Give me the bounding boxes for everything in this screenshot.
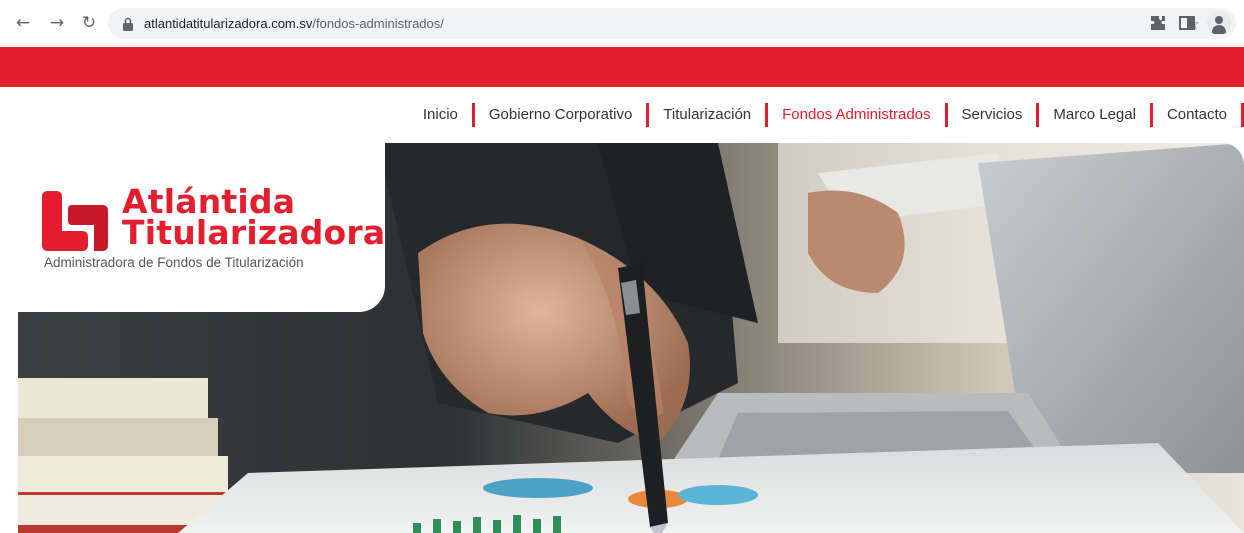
logo-card[interactable]: Atlántida Titularizadora Administradora …	[0, 140, 385, 312]
browser-toolbar: ← → ↻ atlantidatitularizadora.com.sv/fon…	[0, 0, 1244, 46]
side-panel-icon[interactable]	[1176, 12, 1198, 34]
url-host: atlantidatitularizadora.com.sv	[144, 16, 313, 31]
url-text[interactable]: atlantidatitularizadora.com.sv/fondos-ad…	[144, 16, 444, 31]
atlantida-logo-icon	[42, 191, 108, 251]
address-bar[interactable]: atlantidatitularizadora.com.sv/fondos-ad…	[108, 8, 1236, 39]
back-icon[interactable]: ←	[12, 12, 34, 34]
logo-title-line2: Titularizadora	[122, 213, 386, 252]
nav-item-marco-legal[interactable]: Marco Legal	[1039, 103, 1150, 127]
nav-item-inicio[interactable]: Inicio	[409, 103, 472, 127]
main-navigation: Inicio Gobierno Corporativo Titularizaci…	[409, 103, 1244, 127]
url-path: /fondos-administrados/	[312, 16, 444, 31]
nav-item-titularizacion[interactable]: Titularización	[649, 103, 765, 127]
nav-item-gobierno-corporativo[interactable]: Gobierno Corporativo	[475, 103, 646, 127]
extensions-icon[interactable]	[1147, 12, 1169, 34]
forward-icon[interactable]: →	[46, 12, 68, 34]
nav-item-servicios[interactable]: Servicios	[948, 103, 1037, 127]
reload-icon[interactable]: ↻	[78, 12, 100, 34]
logo-tagline: Administradora de Fondos de Titularizaci…	[44, 255, 304, 270]
nav-item-contacto[interactable]: Contacto	[1153, 103, 1241, 127]
lock-icon	[123, 17, 133, 31]
profile-avatar-icon[interactable]	[1207, 11, 1231, 35]
header-red-band	[0, 47, 1244, 87]
nav-item-fondos-administrados[interactable]: Fondos Administrados	[768, 103, 944, 127]
